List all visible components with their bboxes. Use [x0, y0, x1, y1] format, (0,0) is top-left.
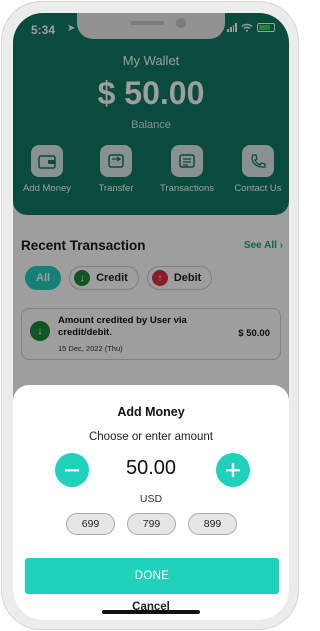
currency-label: USD: [139, 493, 163, 505]
preset-amount[interactable]: 699: [66, 513, 115, 535]
plus-icon: [226, 463, 240, 477]
sheet-title: Add Money: [117, 405, 185, 419]
phone-frame: 5:34 ➤ My Wallet $ 50.00 Balance Add Mon…: [1, 1, 299, 630]
home-indicator: [102, 610, 200, 614]
preset-amount[interactable]: 899: [188, 513, 237, 535]
app-screen: 5:34 ➤ My Wallet $ 50.00 Balance Add Mon…: [13, 13, 289, 620]
sheet-subtitle: Choose or enter amount: [88, 431, 214, 443]
done-button[interactable]: DONE: [25, 558, 279, 594]
amount-presets: 699 799 899: [66, 513, 237, 535]
add-money-sheet: Add Money Choose or enter amount 50.00 U…: [13, 385, 289, 620]
increase-amount-button[interactable]: [216, 453, 250, 487]
preset-amount[interactable]: 799: [127, 513, 176, 535]
